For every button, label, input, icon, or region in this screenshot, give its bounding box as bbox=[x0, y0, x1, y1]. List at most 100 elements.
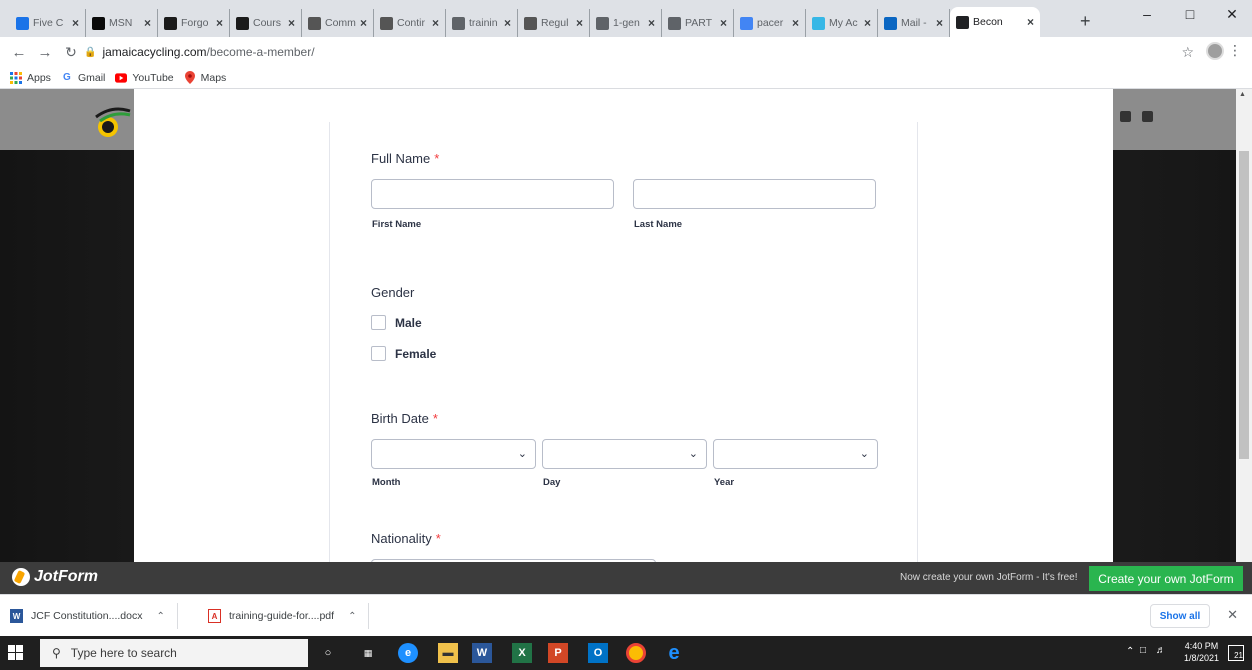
menu-kebab-icon[interactable]: ⋮ bbox=[1228, 42, 1242, 59]
globe-icon bbox=[596, 16, 609, 30]
jotform-logo[interactable]: JotForm bbox=[12, 568, 98, 586]
twitter-icon[interactable] bbox=[1142, 111, 1153, 122]
create-jotform-button[interactable]: Create your own JotForm bbox=[1089, 566, 1243, 591]
browser-tab[interactable]: Forgo × bbox=[158, 9, 230, 37]
male-checkbox[interactable] bbox=[371, 315, 386, 330]
internet-explorer-icon[interactable]: e bbox=[664, 642, 684, 664]
close-tab-icon[interactable]: × bbox=[936, 16, 943, 30]
task-view-icon[interactable]: ▦ bbox=[358, 643, 378, 663]
address-bar[interactable]: 🔒 jamaicacycling.com/become-a-member/ bbox=[84, 41, 1184, 63]
outlook-icon[interactable]: O bbox=[588, 643, 608, 663]
bookmark-star-icon[interactable]: ☆ bbox=[1181, 44, 1194, 61]
tray-chevron-up-icon[interactable]: ⌃ bbox=[1126, 646, 1134, 657]
bookmark-maps[interactable]: Maps bbox=[184, 71, 227, 84]
close-tab-icon[interactable]: × bbox=[144, 16, 151, 30]
reload-icon[interactable]: ↻ bbox=[60, 44, 82, 61]
browser-tab[interactable]: 1-gen × bbox=[590, 9, 662, 37]
network-icon[interactable]: □ bbox=[1140, 645, 1146, 656]
scrollbar-thumb[interactable] bbox=[1239, 151, 1249, 459]
page-scrollbar[interactable]: ▲ bbox=[1236, 89, 1252, 562]
birth-date-label: Birth Date * bbox=[371, 411, 438, 426]
edge-icon[interactable]: e bbox=[398, 643, 418, 663]
browser-tab[interactable]: Becon × bbox=[950, 7, 1040, 37]
first-name-sublabel: First Name bbox=[372, 219, 422, 230]
label-text: Nationality bbox=[371, 531, 432, 546]
bookmark-label: Maps bbox=[200, 71, 227, 84]
download-item-docx[interactable]: W JCF Constitution....docx ⌃ bbox=[10, 603, 178, 629]
browser-tab[interactable]: MSN × bbox=[86, 9, 158, 37]
month-select[interactable]: ⌄ bbox=[371, 439, 536, 469]
google-icon bbox=[740, 16, 753, 30]
file-explorer-icon[interactable]: ▬ bbox=[438, 643, 458, 663]
last-name-input[interactable] bbox=[633, 179, 876, 209]
browser-tab[interactable]: Comm × bbox=[302, 9, 374, 37]
profile-avatar[interactable] bbox=[1206, 42, 1224, 60]
cortana-icon[interactable]: ○ bbox=[318, 643, 338, 663]
chrome-icon[interactable] bbox=[626, 643, 646, 663]
bookmark-gmail[interactable]: G Gmail bbox=[61, 72, 105, 84]
chevron-up-icon[interactable]: ⌃ bbox=[156, 611, 164, 622]
tab-title: Regul bbox=[541, 17, 569, 29]
show-all-downloads-button[interactable]: Show all bbox=[1150, 604, 1210, 628]
close-tab-icon[interactable]: × bbox=[504, 16, 511, 30]
close-window-icon[interactable]: ✕ bbox=[1212, 6, 1252, 23]
uci-icon bbox=[308, 16, 321, 30]
jotform-footer-bar: JotForm Now create your own JotForm - It… bbox=[0, 562, 1252, 594]
jotform-logo-icon bbox=[12, 568, 30, 586]
browser-tab[interactable]: pacer × bbox=[734, 9, 806, 37]
first-name-input[interactable] bbox=[371, 179, 614, 209]
scroll-up-arrow-icon[interactable]: ▲ bbox=[1239, 91, 1246, 98]
browser-tab[interactable]: Contir × bbox=[374, 9, 446, 37]
close-tab-icon[interactable]: × bbox=[720, 16, 727, 30]
close-tab-icon[interactable]: × bbox=[72, 16, 79, 30]
browser-tab[interactable]: PART × bbox=[662, 9, 734, 37]
minimize-icon[interactable]: – bbox=[1127, 6, 1167, 22]
globe-icon bbox=[452, 16, 465, 30]
forward-arrow-icon[interactable]: → bbox=[34, 44, 56, 61]
close-tab-icon[interactable]: × bbox=[216, 16, 223, 30]
close-tab-icon[interactable]: × bbox=[288, 16, 295, 30]
close-tab-icon[interactable]: × bbox=[1027, 15, 1034, 29]
windows-start-icon[interactable] bbox=[8, 645, 24, 661]
close-tab-icon[interactable]: × bbox=[576, 16, 583, 30]
powerpoint-icon[interactable]: P bbox=[548, 643, 568, 663]
facebook-icon[interactable] bbox=[1120, 111, 1131, 122]
bookmarks-bar: Apps G Gmail YouTube Maps bbox=[0, 67, 1252, 89]
close-downloads-icon[interactable]: ✕ bbox=[1227, 607, 1238, 623]
browser-toolbar: ← → ↻ 🔒 jamaicacycling.com/become-a-memb… bbox=[0, 37, 1252, 67]
day-select[interactable]: ⌄ bbox=[542, 439, 707, 469]
close-tab-icon[interactable]: × bbox=[432, 16, 439, 30]
notification-center-icon[interactable]: 21 bbox=[1228, 645, 1244, 661]
bookmark-youtube[interactable]: YouTube bbox=[115, 72, 174, 84]
five-c-icon bbox=[16, 16, 29, 30]
download-item-pdf[interactable]: A training-guide-for....pdf ⌃ bbox=[208, 603, 370, 629]
browser-tab[interactable]: Mail - × bbox=[878, 9, 950, 37]
volume-icon[interactable]: ♬ bbox=[1156, 645, 1166, 656]
close-tab-icon[interactable]: × bbox=[360, 16, 367, 30]
close-tab-icon[interactable]: × bbox=[864, 16, 871, 30]
browser-tab[interactable]: Five C × bbox=[10, 9, 86, 37]
female-checkbox[interactable] bbox=[371, 346, 386, 361]
maximize-icon[interactable]: □ bbox=[1170, 6, 1210, 22]
excel-icon[interactable]: X bbox=[512, 643, 532, 663]
bookmark-apps[interactable]: Apps bbox=[10, 71, 51, 84]
taskbar-search-box[interactable]: ⚲ Type here to search bbox=[40, 639, 308, 667]
browser-tab[interactable]: Regul × bbox=[518, 9, 590, 37]
new-tab-button[interactable]: + bbox=[1080, 11, 1091, 32]
female-option-label: Female bbox=[395, 347, 437, 361]
browser-tab[interactable]: trainin × bbox=[446, 9, 518, 37]
required-marker: * bbox=[434, 151, 440, 166]
back-arrow-icon[interactable]: ← bbox=[8, 44, 30, 61]
chevron-up-icon[interactable]: ⌃ bbox=[348, 611, 356, 622]
required-marker: * bbox=[432, 411, 438, 426]
pdf-icon: A bbox=[208, 609, 221, 623]
year-select[interactable]: ⌄ bbox=[713, 439, 878, 469]
browser-tab[interactable]: My Ac × bbox=[806, 9, 878, 37]
browser-tab[interactable]: Cours × bbox=[230, 9, 302, 37]
close-tab-icon[interactable]: × bbox=[648, 16, 655, 30]
word-icon[interactable]: W bbox=[472, 643, 492, 663]
uci-icon bbox=[524, 16, 537, 30]
taskbar-clock[interactable]: 4:40 PM 1/8/2021 bbox=[1184, 640, 1219, 664]
close-tab-icon[interactable]: × bbox=[792, 16, 799, 30]
chevron-down-icon: ⌄ bbox=[688, 448, 698, 460]
